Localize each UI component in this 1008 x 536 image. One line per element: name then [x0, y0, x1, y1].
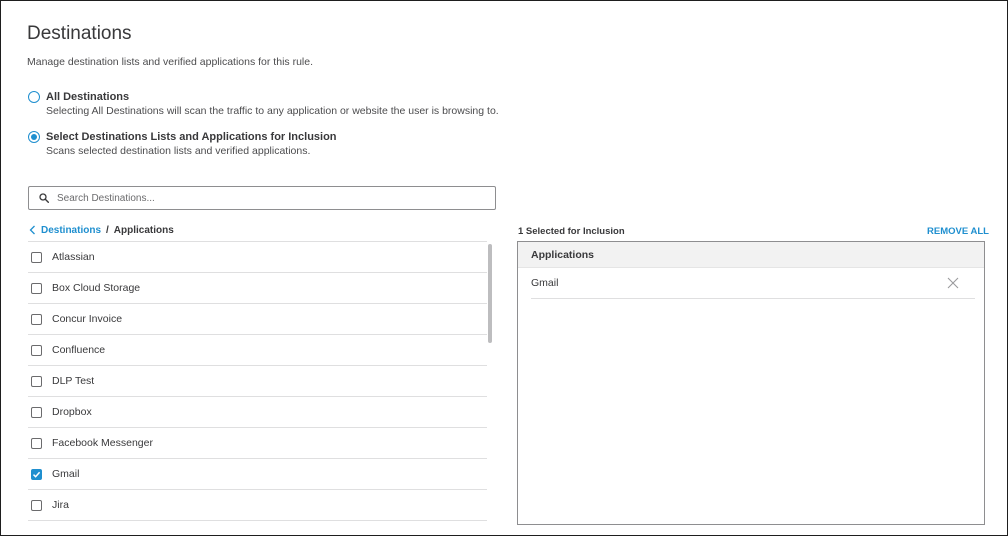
- list-scrollbar[interactable]: [488, 244, 492, 343]
- checkbox[interactable]: [31, 313, 42, 325]
- destinations-page: Destinations Manage destination lists an…: [0, 0, 1008, 536]
- option-label: Select Destinations Lists and Applicatio…: [46, 131, 337, 143]
- list-item[interactable]: Confluence: [28, 334, 487, 365]
- checkbox[interactable]: [31, 468, 42, 480]
- close-icon[interactable]: [947, 277, 959, 289]
- chevron-left-icon[interactable]: [29, 225, 36, 236]
- selected-item: Gmail: [531, 268, 975, 299]
- search-icon: [39, 193, 49, 203]
- option-description: Selecting All Destinations will scan the…: [46, 105, 499, 117]
- checkbox[interactable]: [31, 344, 42, 356]
- list-item[interactable]: Dropbox: [28, 396, 487, 427]
- selected-group-header: Applications: [518, 242, 984, 268]
- option-all-destinations[interactable]: All Destinations Selecting All Destinati…: [28, 90, 499, 118]
- list-item-label: Dropbox: [52, 406, 92, 418]
- selected-panel: Applications Gmail: [517, 241, 985, 525]
- radio-select-destinations[interactable]: [28, 131, 40, 143]
- radio-all-destinations[interactable]: [28, 91, 40, 103]
- breadcrumb-separator: /: [106, 225, 109, 236]
- list-item-label: Atlassian: [52, 251, 95, 263]
- list-item-label: Confluence: [52, 344, 106, 356]
- selected-item-label: Gmail: [531, 277, 559, 289]
- checkbox[interactable]: [31, 499, 42, 511]
- checkbox[interactable]: [31, 375, 42, 387]
- list-item[interactable]: Box Cloud Storage: [28, 272, 487, 303]
- list-item-label: DLP Test: [52, 375, 95, 387]
- option-select-destinations[interactable]: Select Destinations Lists and Applicatio…: [28, 130, 337, 158]
- list-item[interactable]: Gmail: [28, 458, 487, 489]
- list-item-label: Jira: [52, 499, 69, 511]
- checkmark-icon: [32, 471, 41, 478]
- checkbox[interactable]: [31, 406, 42, 418]
- breadcrumb: Destinations / Applications: [29, 225, 174, 236]
- list-divider: [28, 520, 487, 521]
- list-item[interactable]: DLP Test: [28, 365, 487, 396]
- option-label: All Destinations: [46, 91, 130, 103]
- search-input[interactable]: [57, 192, 477, 204]
- option-description: Scans selected destination lists and ver…: [46, 145, 311, 157]
- breadcrumb-link-destinations[interactable]: Destinations: [41, 225, 101, 236]
- list-item[interactable]: Jira: [28, 489, 487, 520]
- list-item-label: Box Cloud Storage: [52, 282, 141, 294]
- applications-list: Atlassian Box Cloud Storage Concur Invoice…: [28, 241, 487, 521]
- page-subtitle: Manage destination lists and verified ap…: [27, 56, 313, 68]
- checkbox[interactable]: [31, 437, 42, 449]
- list-item-label: Gmail: [52, 468, 80, 480]
- list-item-label: Concur Invoice: [52, 313, 123, 325]
- selected-count: 1 Selected for Inclusion: [518, 226, 625, 237]
- checkbox[interactable]: [31, 282, 42, 294]
- page-title: Destinations: [27, 23, 132, 44]
- remove-all-button[interactable]: REMOVE ALL: [927, 226, 989, 237]
- search-box[interactable]: [28, 186, 496, 210]
- list-item[interactable]: Atlassian: [28, 241, 487, 272]
- checkbox[interactable]: [31, 251, 42, 263]
- breadcrumb-current: Applications: [113, 225, 174, 236]
- list-item-label: Facebook Messenger: [52, 437, 153, 449]
- list-item[interactable]: Concur Invoice: [28, 303, 487, 334]
- list-item[interactable]: Facebook Messenger: [28, 427, 487, 458]
